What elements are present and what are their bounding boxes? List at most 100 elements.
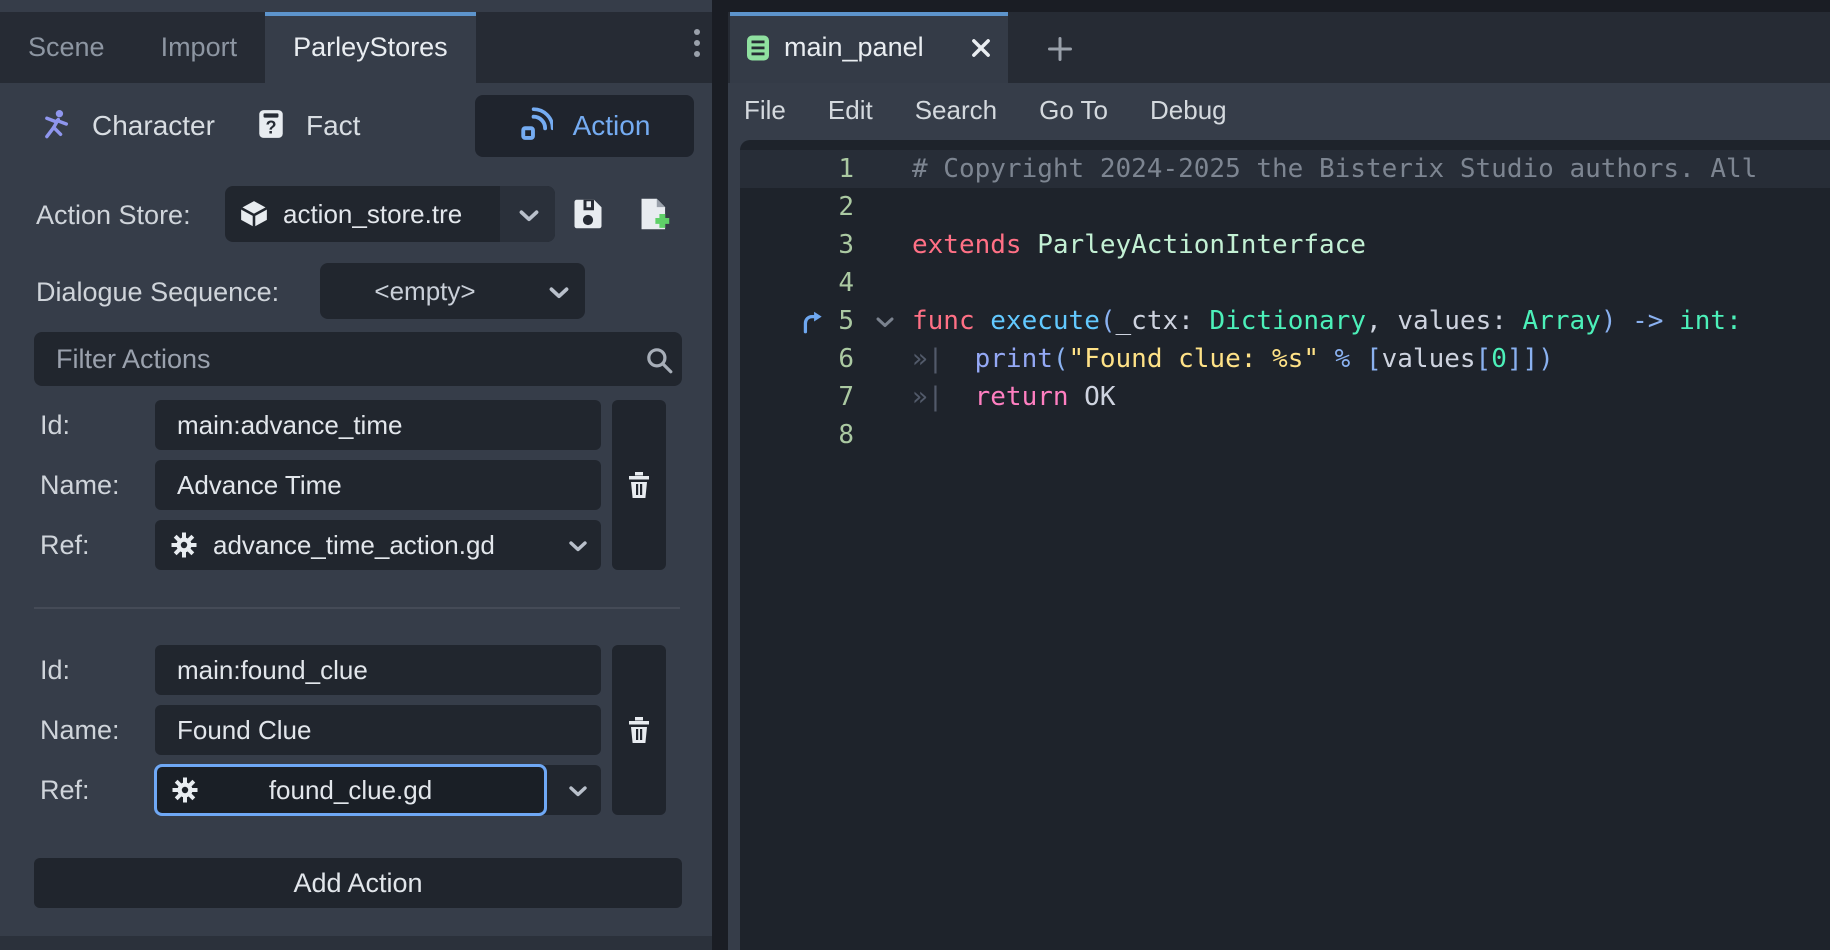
fold-column <box>860 264 912 302</box>
action-store-dropdown[interactable]: action_store.tre <box>225 186 555 242</box>
code-editor[interactable]: 1 # Copyright 2024-2025 the Bisterix Stud… <box>740 140 1830 950</box>
line-number: 5 <box>740 302 860 340</box>
code-line[interactable]: 6 »|print("Found clue: %s" % [values[0]]) <box>740 340 1830 378</box>
dialogue-sequence-dropdown[interactable]: <empty> <box>320 263 585 319</box>
chevron-down-icon <box>569 785 587 797</box>
fold-column <box>860 378 912 416</box>
tab-character-label: Character <box>92 110 215 142</box>
panel-divider[interactable] <box>712 0 728 950</box>
script-editor-panel: main_panel FileEditSearchGo ToDebug 1 # C… <box>728 0 1830 950</box>
tab-fact-label: Fact <box>306 110 360 142</box>
code-line[interactable]: 7»|return OK <box>740 378 1830 416</box>
tab-action-selected[interactable]: Action <box>475 95 694 157</box>
script-tabbar: main_panel <box>728 12 1830 83</box>
tab-title: main_panel <box>784 32 956 63</box>
line-number: 7 <box>740 378 860 416</box>
search-icon <box>644 345 674 375</box>
tab-character[interactable]: Character <box>40 95 215 157</box>
action-store-value: action_store.tre <box>283 199 462 230</box>
chevron-down-icon <box>519 209 539 222</box>
ref-label: Ref: <box>40 765 150 815</box>
script-icon <box>746 34 770 62</box>
chevron-down-icon <box>569 540 587 552</box>
close-icon[interactable] <box>970 37 992 59</box>
divider <box>34 607 680 609</box>
tab-main-panel[interactable]: main_panel <box>730 12 1008 83</box>
line-number: 4 <box>740 264 860 302</box>
fold-column <box>860 188 912 226</box>
code-text <box>912 416 1830 454</box>
menu-debug[interactable]: Debug <box>1129 95 1248 126</box>
fact-icon: ? <box>256 108 286 145</box>
code-line[interactable]: 8 <box>740 416 1830 454</box>
code-line[interactable]: 1 # Copyright 2024-2025 the Bisterix Stud… <box>740 150 1830 188</box>
code-text: func execute(_ctx: Dictionary, values: A… <box>912 302 1830 340</box>
name-label: Name: <box>40 460 150 510</box>
name-label: Name: <box>40 705 150 755</box>
menu-file[interactable]: File <box>728 95 807 126</box>
code-text: extends ParleyActionInterface <box>912 226 1830 264</box>
character-icon <box>40 108 72 145</box>
code-text: # Copyright 2024-2025 the Bisterix Studi… <box>912 150 1830 188</box>
menu-search[interactable]: Search <box>894 95 1018 126</box>
add-action-button[interactable]: Add Action <box>34 858 682 908</box>
menu-edit[interactable]: Edit <box>807 95 894 126</box>
name-field[interactable]: Advance Time <box>155 460 601 510</box>
line-number: 8 <box>740 416 860 454</box>
fold-column <box>860 416 912 454</box>
line-number: 6 <box>740 340 860 378</box>
id-field[interactable]: main:advance_time <box>155 400 601 450</box>
dock-tabbar: SceneImportParleyStores <box>0 12 712 83</box>
new-tab-button[interactable] <box>1040 36 1080 62</box>
dock-menu-icon[interactable] <box>688 24 706 64</box>
code-line[interactable]: 3 extends ParleyActionInterface <box>740 226 1830 264</box>
gear-icon <box>170 531 198 559</box>
id-label: Id: <box>40 400 150 450</box>
action-store-label: Action Store: <box>36 200 191 231</box>
trash-icon <box>625 714 653 746</box>
parley-dock-panel: SceneImportParleyStores Character ? Fact <box>0 0 712 950</box>
code-line[interactable]: 4 <box>740 264 1830 302</box>
action-icon <box>519 107 553 146</box>
trash-icon <box>625 469 653 501</box>
override-arrow-icon <box>800 309 826 335</box>
delete-action-button[interactable] <box>612 645 666 815</box>
fold-column <box>860 340 912 378</box>
dock-tab-scene[interactable]: Scene <box>0 12 133 83</box>
code-text: »|print("Found clue: %s" % [values[0]]) <box>912 340 1830 378</box>
name-field[interactable]: Found Clue <box>155 705 601 755</box>
line-number: 1 <box>740 150 860 188</box>
code-line[interactable]: 5 func execute(_ctx: Dictionary, values: … <box>740 302 1830 340</box>
tab-action-label: Action <box>573 110 651 142</box>
svg-text:?: ? <box>265 117 276 137</box>
gear-icon <box>171 776 199 804</box>
menu-go-to[interactable]: Go To <box>1018 95 1129 126</box>
top-edge <box>728 0 1830 12</box>
id-field[interactable]: main:found_clue <box>155 645 601 695</box>
script-menubar: FileEditSearchGo ToDebug <box>728 83 1830 137</box>
dock-tab-parleystores[interactable]: ParleyStores <box>265 12 476 83</box>
ref-focused-box[interactable]: found_clue.gd <box>154 764 547 816</box>
code-text <box>912 188 1830 226</box>
ref-dropdown[interactable]: advance_time_action.gd <box>155 520 601 570</box>
dialogue-sequence-value: <empty> <box>320 276 530 307</box>
save-button[interactable] <box>566 192 610 236</box>
filter-actions-input[interactable] <box>34 332 682 386</box>
delete-action-button[interactable] <box>612 400 666 570</box>
chevron-down-icon <box>549 286 569 299</box>
line-number: 3 <box>740 226 860 264</box>
code-line[interactable]: 2 <box>740 188 1830 226</box>
dialogue-sequence-label: Dialogue Sequence: <box>36 277 279 308</box>
tab-fact[interactable]: ? Fact <box>256 95 360 157</box>
dock-tab-import[interactable]: Import <box>133 12 266 83</box>
new-resource-button[interactable] <box>632 192 676 236</box>
ref-dropdown-focused[interactable]: found_clue.gd <box>155 765 601 815</box>
id-label: Id: <box>40 645 150 695</box>
new-file-icon <box>636 196 672 232</box>
fold-column <box>860 150 912 188</box>
fold-column <box>860 226 912 264</box>
code-text <box>912 264 1830 302</box>
fold-icon[interactable] <box>876 317 894 328</box>
line-number: 2 <box>740 188 860 226</box>
fold-column <box>860 302 912 340</box>
